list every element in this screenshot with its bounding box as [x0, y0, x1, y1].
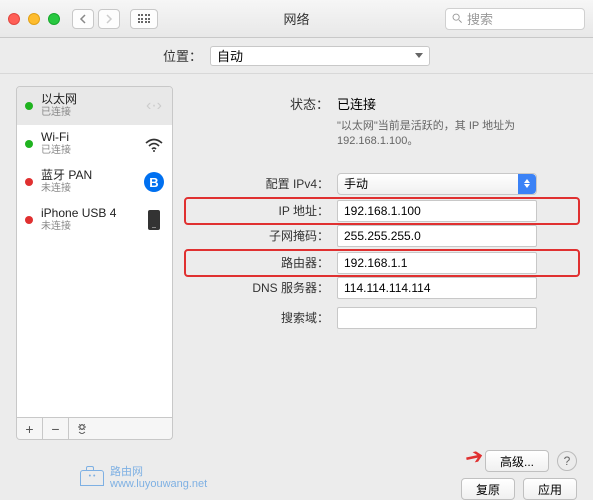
chevron-up-down-icon: [518, 174, 536, 194]
bluetooth-icon: B: [144, 172, 164, 192]
revert-button[interactable]: 复原: [461, 478, 515, 500]
service-text: Wi-Fi 已连接: [41, 131, 136, 156]
service-name: 以太网: [41, 93, 136, 107]
search-icon: [452, 13, 463, 24]
service-ethernet[interactable]: 以太网 已连接 ‹·›: [17, 87, 172, 125]
zoom-icon[interactable]: [48, 13, 60, 25]
advanced-button[interactable]: 高级...: [485, 450, 549, 472]
location-label: 位置：: [163, 46, 202, 65]
subnet-input[interactable]: 255.255.255.0: [337, 225, 537, 247]
titlebar: 网络 搜索: [0, 0, 593, 38]
remove-service-button[interactable]: −: [43, 418, 69, 439]
search-input[interactable]: 搜索: [445, 8, 585, 30]
footer: ➔ 高级... ? 复原 应用 路由网 www.luyouwang.net: [0, 444, 593, 500]
iphone-icon: [144, 210, 164, 230]
ip-address-row: IP 地址： 192.168.1.100: [184, 197, 580, 225]
grid-icon: [138, 14, 151, 23]
config-ipv4-label: 配置 IPv4：: [187, 175, 337, 192]
dns-input[interactable]: 114.114.114.114: [337, 277, 537, 299]
service-actions-button[interactable]: [69, 418, 95, 439]
back-button[interactable]: [72, 9, 94, 29]
status-dot-icon: [25, 140, 33, 148]
subnet-row: 子网掩码： 255.255.255.0: [187, 222, 577, 250]
service-wifi[interactable]: Wi-Fi 已连接: [17, 125, 172, 163]
status-label: 状态：: [187, 94, 337, 150]
service-name: iPhone USB 4: [41, 207, 136, 221]
watermark: 路由网 www.luyouwang.net: [80, 466, 207, 490]
status-content: 已连接 "以太网"当前是活跃的，其 IP 地址为 192.168.1.100。: [337, 94, 577, 150]
forward-button[interactable]: [98, 9, 120, 29]
minimize-icon[interactable]: [28, 13, 40, 25]
watermark-name: 路由网: [110, 466, 207, 478]
add-service-button[interactable]: +: [17, 418, 43, 439]
status-description: "以太网"当前是活跃的，其 IP 地址为 192.168.1.100。: [337, 119, 577, 150]
status-dot-icon: [25, 178, 33, 186]
service-bluetooth[interactable]: 蓝牙 PAN 未连接 B: [17, 163, 172, 201]
window-title: 网络: [283, 9, 309, 28]
location-select[interactable]: 自动: [210, 46, 430, 66]
main-content: 以太网 已连接 ‹·› Wi-Fi 已连接 蓝牙 PAN: [0, 74, 593, 500]
status-block: 状态： 已连接 "以太网"当前是活跃的，其 IP 地址为 192.168.1.1…: [187, 94, 577, 150]
wifi-icon: [144, 134, 164, 154]
traffic-lights: [8, 13, 60, 25]
apply-button[interactable]: 应用: [523, 478, 577, 500]
service-status: 已连接: [41, 145, 136, 157]
dns-label: DNS 服务器：: [187, 279, 337, 296]
search-domain-input[interactable]: [337, 307, 537, 329]
router-icon: [80, 470, 104, 486]
service-sidebar: 以太网 已连接 ‹·› Wi-Fi 已连接 蓝牙 PAN: [16, 86, 173, 440]
config-ipv4-row: 配置 IPv4： 手动: [187, 170, 577, 198]
service-status: 未连接: [41, 183, 136, 195]
location-value: 自动: [217, 46, 243, 65]
status-dot-icon: [25, 216, 33, 224]
subnet-label: 子网掩码：: [187, 227, 337, 244]
service-status: 未连接: [41, 221, 136, 233]
service-list: 以太网 已连接 ‹·› Wi-Fi 已连接 蓝牙 PAN: [16, 86, 173, 418]
search-domain-row: 搜索域：: [187, 304, 577, 332]
list-controls: + −: [16, 418, 173, 440]
help-button[interactable]: ?: [557, 451, 577, 471]
router-label: 路由器：: [187, 254, 337, 271]
service-status: 已连接: [41, 107, 136, 119]
watermark-url: www.luyouwang.net: [110, 478, 207, 490]
show-all-button[interactable]: [130, 9, 158, 29]
service-text: iPhone USB 4 未连接: [41, 207, 136, 232]
nav-group: [72, 9, 120, 29]
service-iphone-usb[interactable]: iPhone USB 4 未连接: [17, 201, 172, 239]
status-dot-icon: [25, 102, 33, 110]
service-name: Wi-Fi: [41, 131, 136, 145]
ethernet-icon: ‹·›: [144, 96, 164, 116]
service-text: 蓝牙 PAN 未连接: [41, 169, 136, 194]
location-row: 位置： 自动: [0, 38, 593, 74]
close-icon[interactable]: [8, 13, 20, 25]
router-input[interactable]: 192.168.1.1: [337, 252, 537, 274]
service-text: 以太网 已连接: [41, 93, 136, 118]
network-prefs-window: 网络 搜索 位置： 自动 以太网 已连接 ‹·›: [0, 0, 593, 500]
ip-address-label: IP 地址：: [187, 202, 337, 219]
detail-panel: 状态： 已连接 "以太网"当前是活跃的，其 IP 地址为 192.168.1.1…: [187, 86, 577, 440]
service-name: 蓝牙 PAN: [41, 169, 136, 183]
dns-row: DNS 服务器： 114.114.114.114: [187, 274, 577, 302]
search-placeholder: 搜索: [467, 9, 493, 28]
config-ipv4-value: 手动: [344, 175, 368, 192]
ip-address-input[interactable]: 192.168.1.100: [337, 200, 537, 222]
config-ipv4-select[interactable]: 手动: [337, 173, 537, 195]
search-domain-label: 搜索域：: [187, 309, 337, 326]
status-value: 已连接: [337, 94, 577, 113]
router-row: 路由器： 192.168.1.1: [184, 249, 580, 277]
